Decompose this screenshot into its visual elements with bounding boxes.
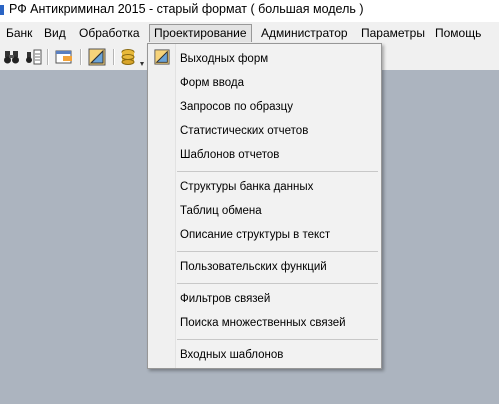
toolbar-separator xyxy=(113,49,115,65)
menu-item-multiple-links-search[interactable]: Поиска множественных связей xyxy=(180,314,346,332)
menu-separator xyxy=(177,171,378,172)
menu-item-database-structure[interactable]: Структуры банка данных xyxy=(180,178,313,196)
menu-item-link-filters[interactable]: Фильтров связей xyxy=(180,290,270,308)
menu-help[interactable]: Помощь xyxy=(435,25,481,41)
window-icon[interactable] xyxy=(55,48,73,66)
window-title: РФ Антикриминал 2015 - старый формат ( б… xyxy=(9,2,364,16)
menu-settings[interactable]: Параметры xyxy=(361,25,425,41)
menu-bank[interactable]: Банк xyxy=(6,25,32,41)
menu-item-output-forms[interactable]: Выходных форм xyxy=(180,50,268,68)
menu-design[interactable]: Проектирование xyxy=(149,24,252,42)
design-ruler-icon[interactable] xyxy=(88,48,106,66)
menu-processing[interactable]: Обработка xyxy=(79,25,140,41)
app-icon xyxy=(0,5,4,15)
menu-item-input-forms[interactable]: Форм ввода xyxy=(180,74,244,92)
menu-item-structure-to-text[interactable]: Описание структуры в текст xyxy=(180,226,330,244)
menu-view[interactable]: Вид xyxy=(44,25,66,41)
binoculars-icon[interactable] xyxy=(3,48,21,66)
menu-gutter xyxy=(148,44,176,368)
menu-item-user-functions[interactable]: Пользовательских функций xyxy=(180,258,327,276)
menu-item-statistical-reports[interactable]: Статистических отчетов xyxy=(180,122,308,140)
menu-item-query-by-example[interactable]: Запросов по образцу xyxy=(180,98,293,116)
menu-separator xyxy=(177,251,378,252)
design-dropdown-menu: Выходных форм Форм ввода Запросов по обр… xyxy=(147,43,382,369)
menu-separator xyxy=(177,283,378,284)
database-icon[interactable] xyxy=(120,48,138,66)
title-bar: РФ Антикриминал 2015 - старый формат ( б… xyxy=(0,0,499,22)
chevron-down-icon[interactable] xyxy=(140,55,144,66)
toolbar-separator xyxy=(80,49,82,65)
menu-admin[interactable]: Администратор xyxy=(261,25,348,41)
menu-item-input-templates[interactable]: Входных шаблонов xyxy=(180,346,283,364)
design-ruler-icon xyxy=(154,49,170,65)
menu-item-exchange-tables[interactable]: Таблиц обмена xyxy=(180,202,262,220)
menu-bar: Банк Вид Обработка Проектирование Админи… xyxy=(0,22,499,44)
toolbar-separator xyxy=(47,49,49,65)
menu-separator xyxy=(177,339,378,340)
menu-item-report-templates[interactable]: Шаблонов отчетов xyxy=(180,146,279,164)
binoculars-list-icon[interactable] xyxy=(25,48,43,66)
